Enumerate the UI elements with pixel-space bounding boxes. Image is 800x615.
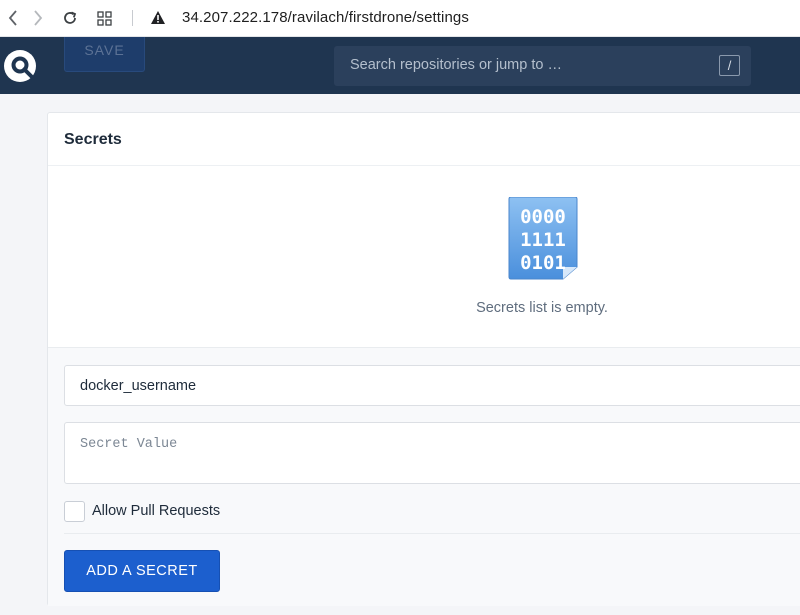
add-secret-form: Allow Pull Requests ADD A SECRET xyxy=(48,348,800,606)
binary-digits-row-1: 0000 xyxy=(520,206,566,228)
binary-digits-row-2: 1111 xyxy=(520,229,566,251)
empty-message: Secrets list is empty. xyxy=(476,300,608,316)
warning-icon[interactable] xyxy=(150,10,166,30)
secret-name-input[interactable] xyxy=(64,365,800,406)
save-button-label: SAVE xyxy=(84,42,125,58)
secrets-empty-state: 0000 1111 0101 Secrets list is empty. xyxy=(48,166,800,348)
drone-logo-icon[interactable] xyxy=(3,49,37,83)
tabs-grid-icon[interactable] xyxy=(95,9,113,27)
form-divider xyxy=(64,533,800,534)
secret-value-textarea[interactable] xyxy=(64,422,800,484)
back-icon[interactable] xyxy=(4,9,22,27)
add-secret-button[interactable]: ADD A SECRET xyxy=(64,550,220,592)
search-shortcut-key: / xyxy=(719,55,740,76)
address-bar-url[interactable]: 34.207.222.178/ravilach/firstdrone/setti… xyxy=(182,9,469,26)
browser-toolbar: 34.207.222.178/ravilach/firstdrone/setti… xyxy=(0,0,800,37)
reload-icon[interactable] xyxy=(61,9,79,27)
search-input[interactable]: Search repositories or jump to … xyxy=(350,57,562,73)
page-title: Secrets xyxy=(64,131,122,148)
secrets-card-header: Secrets xyxy=(48,113,800,166)
forward-icon[interactable] xyxy=(29,9,47,27)
app-header: SAVE Search repositories or jump to … / xyxy=(0,37,800,94)
binary-digits-row-3: 0101 xyxy=(520,252,566,274)
search-box[interactable]: Search repositories or jump to … / xyxy=(334,46,751,86)
save-button[interactable]: SAVE xyxy=(64,37,145,72)
secrets-card: Secrets 0000 1111 0101 Secrets list is e… xyxy=(47,112,800,606)
binary-file-icon: 0000 1111 0101 xyxy=(508,196,578,281)
allow-pull-requests-row[interactable]: Allow Pull Requests xyxy=(64,500,220,522)
allow-pull-requests-label[interactable]: Allow Pull Requests xyxy=(92,503,220,519)
allow-pull-requests-checkbox[interactable] xyxy=(64,500,85,522)
toolbar-divider xyxy=(132,10,133,26)
